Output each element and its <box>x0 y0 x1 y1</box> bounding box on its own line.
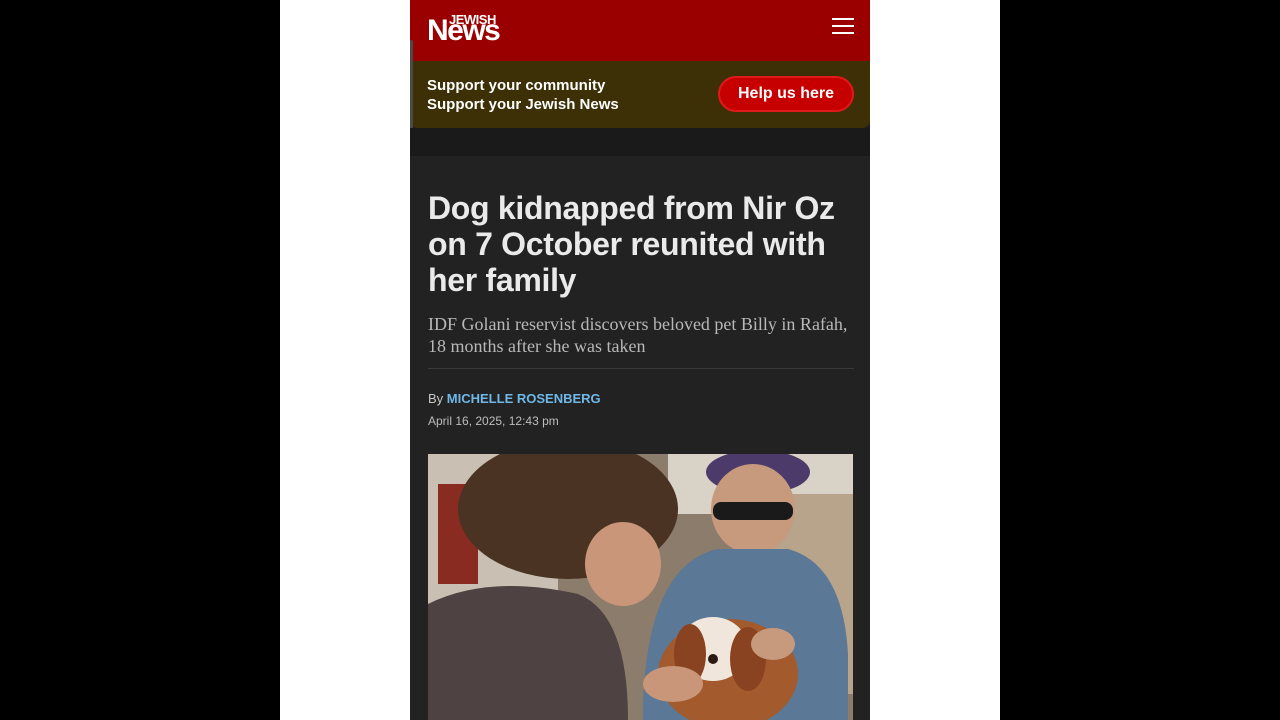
support-line-2: Support your Jewish News <box>427 96 619 113</box>
photo-dog-nose <box>708 654 718 664</box>
author-link[interactable]: MICHELLE ROSENBERG <box>447 391 601 406</box>
photo-man-hand <box>643 666 703 702</box>
photo-woman-hand <box>751 628 795 660</box>
support-banner: Support your community Support your Jewi… <box>410 61 870 128</box>
publish-date: April 16, 2025, 12:43 pm <box>428 414 559 428</box>
menu-line <box>832 32 854 34</box>
ad-spacer <box>410 128 870 156</box>
site-logo[interactable]: JEWISH News <box>427 10 507 46</box>
logo-large-text: News <box>427 14 501 47</box>
mobile-page: JEWISH News Support your community Suppo… <box>410 0 870 720</box>
help-us-button[interactable]: Help us here <box>718 76 854 112</box>
video-frame: JEWISH News Support your community Suppo… <box>0 0 1280 720</box>
article-subheadline: IDF Golani reservist discovers beloved p… <box>428 314 848 356</box>
byline: By MICHELLE ROSENBERG <box>428 391 601 406</box>
photo-man-face <box>585 522 661 606</box>
support-banner-text: Support your community Support your Jewi… <box>427 76 619 114</box>
divider <box>428 368 854 369</box>
article-card: Dog kidnapped from Nir Oz on 7 October r… <box>410 156 870 720</box>
site-header: JEWISH News <box>410 0 870 61</box>
menu-line <box>832 25 854 27</box>
hamburger-menu-icon[interactable] <box>832 18 854 36</box>
by-label: By <box>428 391 444 406</box>
article-headline: Dog kidnapped from Nir Oz on 7 October r… <box>428 190 835 298</box>
article-photo[interactable] <box>428 454 853 720</box>
support-line-1: Support your community <box>427 77 606 94</box>
photo-illustration <box>428 454 853 720</box>
menu-line <box>832 18 854 20</box>
photo-sunglasses <box>713 502 793 520</box>
